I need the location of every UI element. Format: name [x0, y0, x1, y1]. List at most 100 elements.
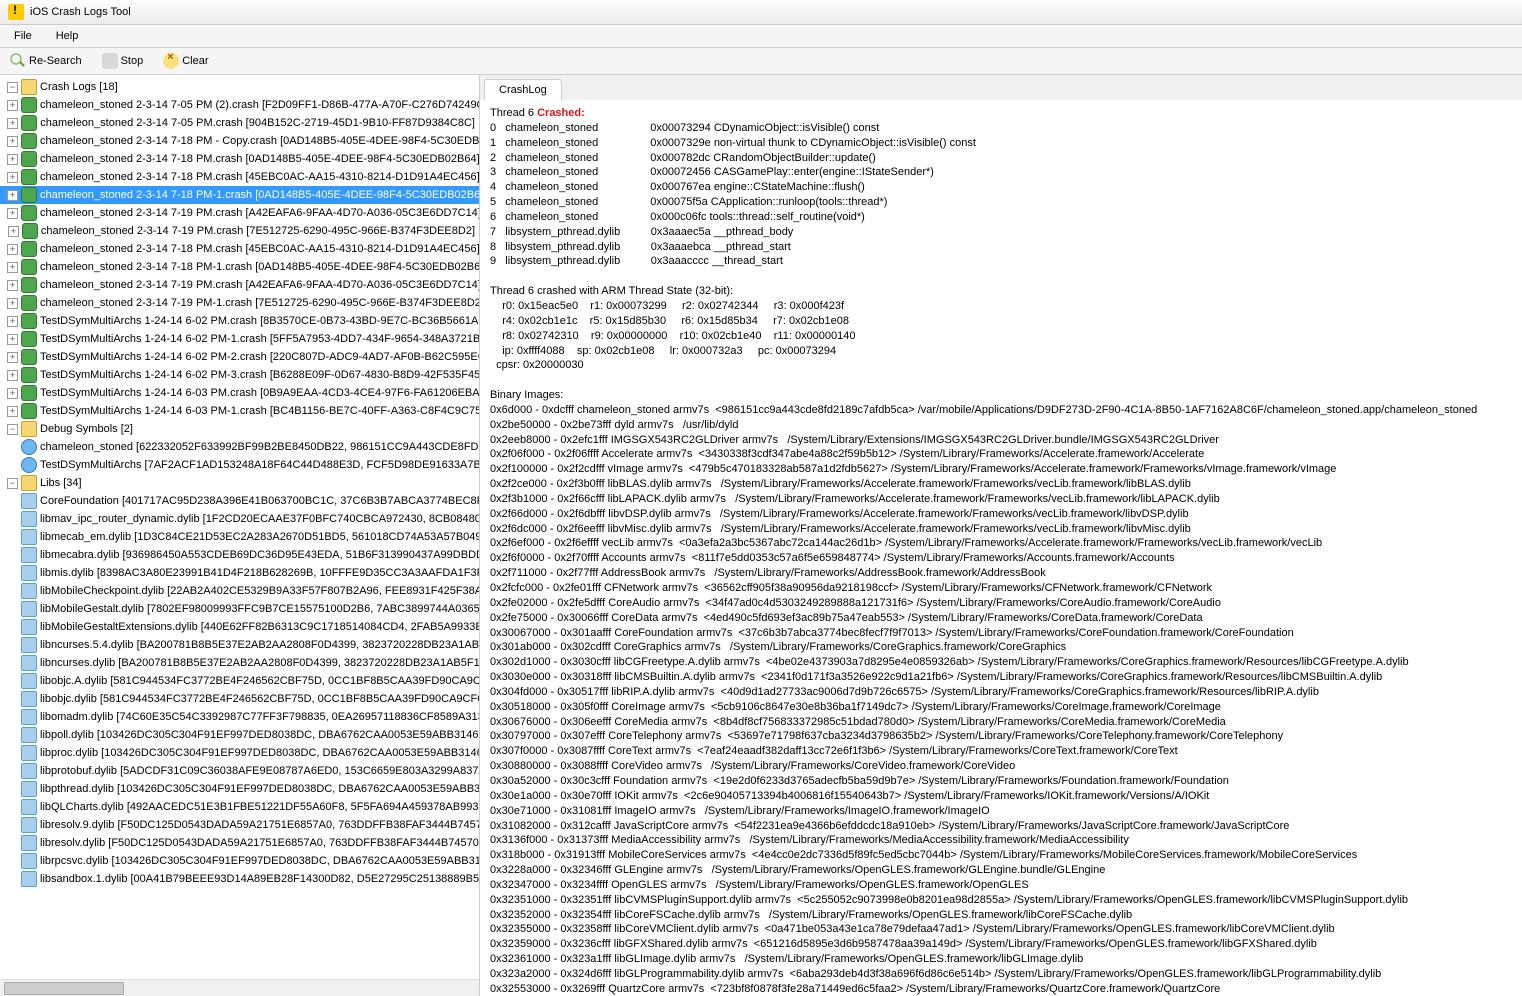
crash-item[interactable]: +TestDSymMultiArchs 1-24-14 6-02 PM-3.cr… [0, 366, 479, 384]
expander-icon[interactable]: + [7, 262, 18, 273]
crash-item[interactable]: +TestDSymMultiArchs 1-24-14 6-02 PM-2.cr… [0, 348, 479, 366]
crash-item[interactable]: +chameleon_stoned 2-3-14 7-05 PM.crash [… [0, 114, 479, 132]
binary-image-line: 0x31082000 - 0x312cafff JavaScriptCore a… [490, 819, 1512, 834]
expander-icon[interactable]: + [7, 172, 18, 183]
debug-icon [21, 439, 37, 455]
crash-item[interactable]: +chameleon_stoned 2-3-14 7-18 PM.crash [… [0, 150, 479, 168]
lib-item[interactable]: libproc.dylib [103426DC305C304F91EF997DE… [0, 744, 479, 762]
crash-item[interactable]: +TestDSymMultiArchs 1-24-14 6-02 PM.cras… [0, 312, 479, 330]
expander-icon[interactable]: − [7, 424, 18, 435]
tree-label: TestDSymMultiArchs 1-24-14 6-02 PM-1.cra… [40, 333, 479, 345]
lib-item[interactable]: libobjc.dylib [581C944534FC3772BE4F24656… [0, 690, 479, 708]
expander-icon[interactable]: + [7, 298, 18, 309]
lib-item[interactable]: libresolv.dylib [F50DC125D0543DADA59A217… [0, 834, 479, 852]
expander-icon [7, 748, 18, 759]
tab-crashlog[interactable]: CrashLog [484, 79, 562, 100]
expander-icon[interactable]: − [7, 82, 18, 93]
crash-item[interactable]: +chameleon_stoned 2-3-14 7-19 PM.crash [… [0, 204, 479, 222]
lib-item[interactable]: libobjc.A.dylib [581C944534FC3772BE4F246… [0, 672, 479, 690]
expander-icon[interactable]: + [7, 280, 18, 291]
lib-item[interactable]: libQLCharts.dylib [492AACEDC51E3B1FBE512… [0, 798, 479, 816]
lib-item[interactable]: libncurses.dylib [BA200781B8B5E37E2AB2AA… [0, 654, 479, 672]
expander-icon[interactable]: + [8, 226, 19, 237]
tree-label: libproc.dylib [103426DC305C304F91EF997DE… [40, 747, 479, 759]
horizontal-scrollbar[interactable] [0, 979, 479, 996]
lib-item[interactable]: libsandbox.1.dylib [00A41B79BEEE93D14A89… [0, 870, 479, 888]
crash-item[interactable]: +chameleon_stoned 2-3-14 7-05 PM (2).cra… [0, 96, 479, 114]
crash-item[interactable]: +TestDSymMultiArchs 1-24-14 6-03 PM.cras… [0, 384, 479, 402]
tree-view[interactable]: −Crash Logs [18]+chameleon_stoned 2-3-14… [0, 75, 479, 979]
libs-root[interactable]: −Libs [34] [0, 474, 479, 492]
crash-item[interactable]: +chameleon_stoned 2-3-14 7-18 PM.crash [… [0, 168, 479, 186]
expander-icon [7, 676, 18, 687]
expander-icon[interactable]: + [7, 244, 18, 255]
crash-item[interactable]: +chameleon_stoned 2-3-14 7-18 PM-1.crash… [0, 186, 479, 204]
expander-icon[interactable]: − [7, 478, 18, 489]
lib-item[interactable]: libMobileGestalt.dylib [7802EF98009993FF… [0, 600, 479, 618]
stop-button[interactable]: Stop [96, 51, 150, 71]
lib-item[interactable]: libresolv.9.dylib [F50DC125D0543DADA59A2… [0, 816, 479, 834]
crash-icon [21, 187, 37, 203]
crash-item[interactable]: + chameleon_stoned 2-3-14 7-19 PM.crash [… [0, 222, 479, 240]
tree-label: Crash Logs [18] [40, 81, 118, 93]
expander-icon[interactable]: + [7, 208, 18, 219]
expander-icon[interactable]: + [7, 136, 18, 147]
tree-label: libMobileCheckpoint.dylib [22AB2A402CE53… [40, 585, 479, 597]
crash-item[interactable]: +chameleon_stoned 2-3-14 7-18 PM - Copy.… [0, 132, 479, 150]
expander-icon[interactable]: + [7, 388, 18, 399]
binary-image-line: 0x2f3b1000 - 0x2f66cfff libLAPACK.dylib … [490, 492, 1512, 507]
lib-item[interactable]: libpoll.dylib [103426DC305C304F91EF997DE… [0, 726, 479, 744]
expander-icon[interactable]: + [7, 118, 18, 129]
crash-item[interactable]: +chameleon_stoned 2-3-14 7-19 PM.crash [… [0, 276, 479, 294]
scrollbar-thumb[interactable] [4, 982, 124, 995]
crash-item[interactable]: +TestDSymMultiArchs 1-24-14 6-03 PM-1.cr… [0, 402, 479, 420]
app-icon [8, 4, 24, 20]
lib-icon [21, 871, 37, 887]
research-button[interactable]: Re-Search [4, 51, 88, 71]
lib-item[interactable]: libmis.dylib [8398AC3A80E23991B41D4F218B… [0, 564, 479, 582]
binary-image-line: 0x302d1000 - 0x3030cfff libCGFreetype.A.… [490, 655, 1512, 670]
expander-icon[interactable]: + [7, 154, 18, 165]
lib-item[interactable]: CoreFoundation [401717AC95D238A396E41B06… [0, 492, 479, 510]
expander-icon[interactable]: + [7, 334, 18, 345]
debug-symbols-root[interactable]: −Debug Symbols [2] [0, 420, 479, 438]
lib-item[interactable]: libmecab_em.dylib [1D3C84CE21D53EC2A283A… [0, 528, 479, 546]
crash-item[interactable]: +chameleon_stoned 2-3-14 7-18 PM-1.crash… [0, 258, 479, 276]
crash-item[interactable]: +chameleon_stoned 2-3-14 7-19 PM-1.crash… [0, 294, 479, 312]
crash-item[interactable]: +chameleon_stoned 2-3-14 7-18 PM.crash [… [0, 240, 479, 258]
debug-item[interactable]: TestDSymMultiArchs [7AF2ACF1AD153248A18F… [0, 456, 479, 474]
expander-icon[interactable]: + [7, 100, 18, 111]
expander-icon[interactable]: + [7, 316, 18, 327]
crash-item[interactable]: + TestDSymMultiArchs 1-24-14 6-02 PM-1.cr… [0, 330, 479, 348]
expander-icon[interactable]: + [7, 190, 18, 201]
left-panel: −Crash Logs [18]+chameleon_stoned 2-3-14… [0, 75, 480, 996]
expander-icon [7, 496, 18, 507]
debug-item[interactable]: chameleon_stoned [622332052F633992BF99B2… [0, 438, 479, 456]
blank [490, 373, 1512, 388]
crashlog-content[interactable]: Thread 6 Crashed:0 chameleon_stoned 0x00… [480, 100, 1522, 996]
binary-image-line: 0x2f66d000 - 0x2f6dbfff libvDSP.dylib ar… [490, 507, 1512, 522]
binary-image-line: 0x30676000 - 0x306eefff CoreMedia armv7s… [490, 715, 1512, 730]
lib-item[interactable]: libprotobuf.dylib [5ADCDF31C09C36038AFE9… [0, 762, 479, 780]
menu-help[interactable]: Help [46, 27, 89, 45]
lib-item[interactable]: libomadm.dylib [74C60E35C54C3392987C77FF… [0, 708, 479, 726]
lib-item[interactable]: libMobileCheckpoint.dylib [22AB2A402CE53… [0, 582, 479, 600]
lib-item[interactable]: libmecabra.dylib [936986450A553CDEB69DC3… [0, 546, 479, 564]
lib-item[interactable]: libmav_ipc_router_dynamic.dylib [1F2CD20… [0, 510, 479, 528]
expander-icon [7, 874, 18, 885]
lib-item[interactable]: librpcsvc.dylib [103426DC305C304F91EF997… [0, 852, 479, 870]
tree-label: chameleon_stoned 2-3-14 7-19 PM.crash [7… [41, 225, 475, 237]
lib-item[interactable]: libncurses.5.4.dylib [BA200781B8B5E37E2A… [0, 636, 479, 654]
expander-icon[interactable]: + [7, 352, 18, 363]
crash-logs-root[interactable]: − Crash Logs [18] [0, 78, 479, 96]
workspace: −Crash Logs [18]+chameleon_stoned 2-3-14… [0, 75, 1522, 996]
expander-icon[interactable]: + [7, 406, 18, 417]
expander-icon[interactable]: + [7, 370, 18, 381]
binary-image-line: 0x32351000 - 0x32351fff libCVMSPluginSup… [490, 893, 1512, 908]
lib-icon [21, 799, 37, 815]
lib-item[interactable]: libpthread.dylib [103426DC305C304F91EF99… [0, 780, 479, 798]
toolbar: Re-Search Stop Clear [0, 48, 1522, 75]
menu-file[interactable]: File [4, 27, 42, 45]
clear-button[interactable]: Clear [157, 51, 214, 71]
lib-item[interactable]: libMobileGestaltExtensions.dylib [440E62… [0, 618, 479, 636]
